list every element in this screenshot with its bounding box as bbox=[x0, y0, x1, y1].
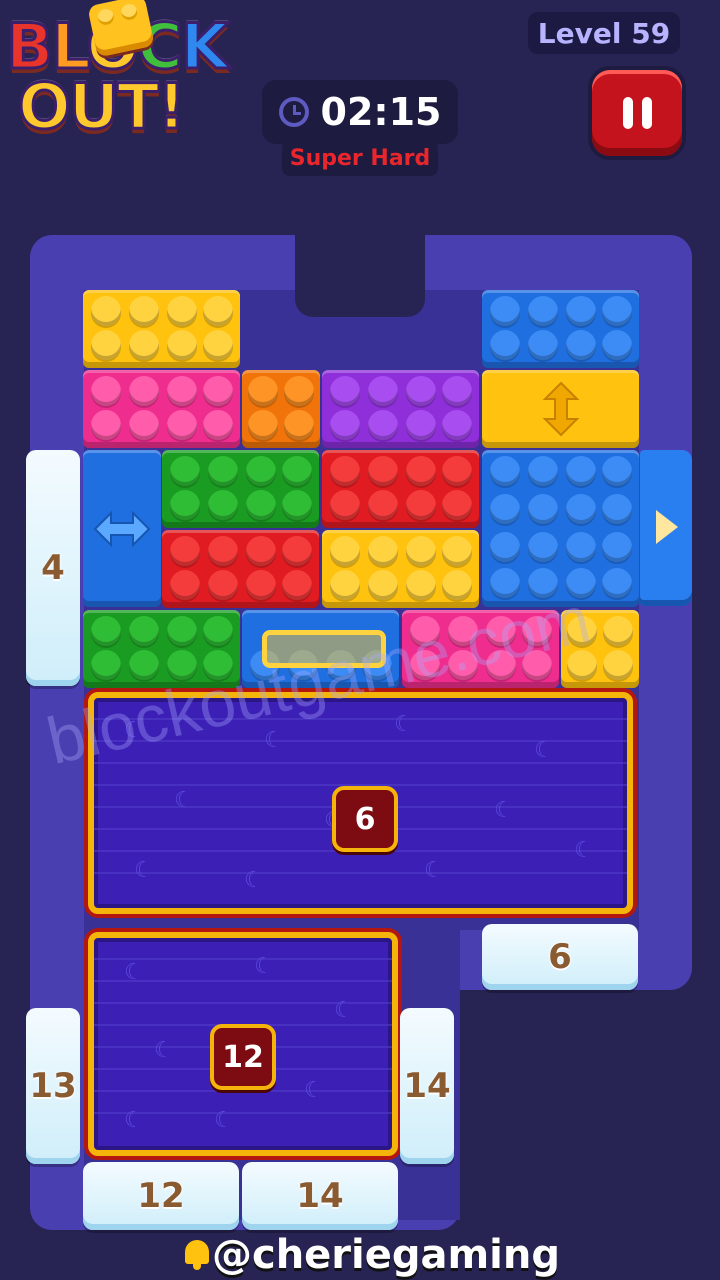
up-down-arrow-icon bbox=[542, 381, 579, 437]
pause-icon bbox=[622, 97, 633, 129]
game-logo: BLOCK OUT! bbox=[0, 0, 270, 150]
board-cutout bbox=[460, 990, 720, 1240]
left-right-arrow-icon bbox=[93, 510, 151, 547]
ice-block: 13 bbox=[26, 1008, 80, 1164]
lego-block-red[interactable] bbox=[162, 530, 319, 608]
ice-block: 4 bbox=[26, 450, 80, 686]
collection-tray-small[interactable]: ☾ ☾ ☾ ☾ ☾ ☾ ☾ 12 bbox=[88, 932, 398, 1156]
ice-block: 12 bbox=[83, 1162, 239, 1230]
logo-word-out: OUT! bbox=[17, 69, 188, 145]
bell-icon bbox=[180, 1238, 209, 1272]
board-notch bbox=[295, 235, 425, 317]
ice-block: 6 bbox=[482, 924, 638, 990]
creator-handle: @cheriegaming bbox=[180, 1232, 560, 1278]
tray-count-badge: 12 bbox=[210, 1024, 276, 1090]
lego-block-yellow[interactable] bbox=[322, 530, 479, 608]
timer-value: 02:15 bbox=[320, 90, 442, 134]
level-indicator: Level 59 bbox=[528, 12, 680, 54]
pause-button[interactable] bbox=[592, 70, 682, 156]
board-gap bbox=[400, 930, 460, 1005]
clock-icon bbox=[278, 97, 309, 127]
lego-block-green[interactable] bbox=[162, 450, 319, 528]
handle-text: @cheriegaming bbox=[211, 1232, 560, 1278]
lego-block-blue-horizontal-mover[interactable] bbox=[83, 450, 161, 607]
lego-block-yellow[interactable] bbox=[83, 290, 240, 368]
lego-block-yellow-vertical-mover[interactable] bbox=[482, 370, 639, 448]
lego-block-blue[interactable] bbox=[482, 290, 639, 368]
tray-count-badge: 6 bbox=[332, 786, 398, 852]
lego-block-red[interactable] bbox=[322, 450, 479, 528]
right-arrow-icon bbox=[656, 510, 678, 544]
ice-block: 14 bbox=[242, 1162, 398, 1230]
difficulty-label: Super Hard bbox=[282, 140, 438, 176]
lego-block-orange[interactable] bbox=[242, 370, 320, 448]
timer: 02:15 bbox=[262, 80, 458, 144]
lego-block-pink[interactable] bbox=[83, 370, 240, 448]
lego-block-purple[interactable] bbox=[322, 370, 479, 448]
ice-block: 14 bbox=[400, 1008, 454, 1164]
